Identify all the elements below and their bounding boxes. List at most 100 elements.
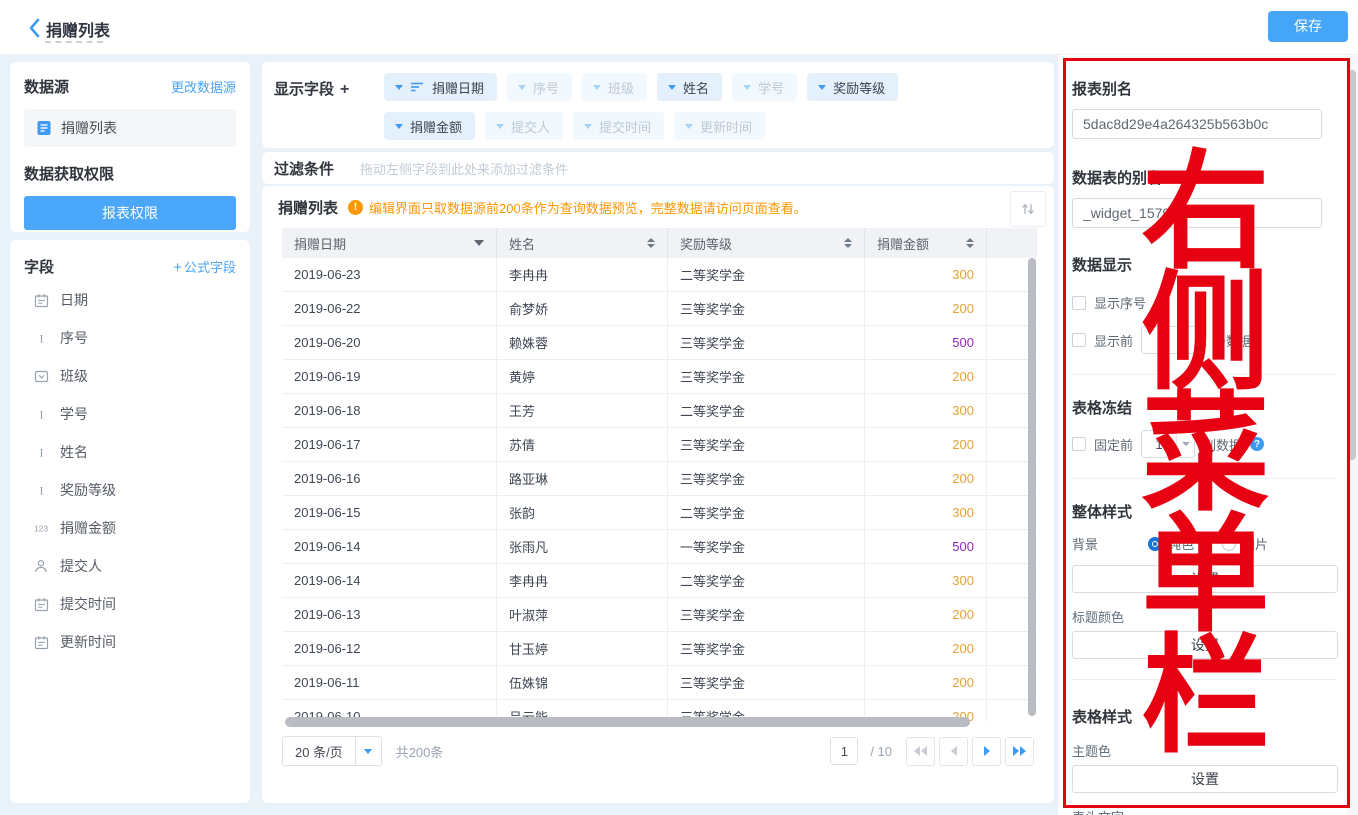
field-item-label: 日期 [60, 290, 88, 310]
column-header-姓名[interactable]: 姓名 [497, 228, 668, 258]
back-icon[interactable] [24, 16, 48, 40]
bg-solid-radio[interactable] [1148, 537, 1162, 551]
prev-page-button[interactable] [939, 737, 968, 766]
table-row[interactable]: 2019-06-17苏倩三等奖学金200 [282, 428, 1037, 462]
cell-amount: 300 [865, 496, 987, 529]
report-alias-input[interactable] [1072, 109, 1322, 139]
show-first-checkbox[interactable] [1072, 333, 1086, 347]
horizontal-scrollbar[interactable] [285, 717, 970, 727]
select-icon [32, 369, 50, 384]
datasource-item[interactable]: 捐赠列表 [24, 109, 236, 147]
field-item-提交人[interactable]: 提交人 [24, 551, 236, 581]
field-item-日期[interactable]: 日期 [24, 285, 236, 315]
filter-dropzone[interactable]: 拖动左侧字段到此处来添加过滤条件 [360, 159, 568, 178]
table-row[interactable]: 2019-06-16路亚琳三等奖学金200 [282, 462, 1037, 496]
permission-heading: 数据获取权限 [24, 163, 236, 184]
freeze-count-select[interactable]: 1 [1141, 430, 1195, 458]
field-item-奖励等级[interactable]: I奖励等级 [24, 475, 236, 505]
chip-label: 班级 [608, 78, 634, 97]
display-field-chip-学号[interactable]: 学号 [732, 73, 797, 101]
sorted-desc-icon[interactable] [474, 240, 484, 246]
display-field-chip-捐赠金额[interactable]: 捐赠金额 [384, 112, 475, 140]
field-item-序号[interactable]: I序号 [24, 323, 236, 353]
svg-text:123: 123 [34, 524, 48, 534]
field-item-捐赠金额[interactable]: 123 捐赠金额 [24, 513, 236, 543]
field-item-label: 姓名 [60, 442, 88, 462]
sort-arrows-icon[interactable] [647, 238, 655, 248]
filter-heading: 过滤条件 [274, 158, 334, 179]
table-style-heading: 表格样式 [1072, 706, 1336, 727]
cell-date: 2019-06-15 [282, 496, 497, 529]
first-page-icon [914, 746, 920, 756]
cell-level: 三等奖学金 [668, 292, 865, 325]
add-display-field-icon[interactable]: + [340, 81, 349, 98]
chip-label: 捐赠金额 [410, 117, 462, 136]
cell-level: 三等奖学金 [668, 666, 865, 699]
page-title: 捐赠列表 [46, 17, 110, 41]
table-row[interactable]: 2019-06-23李冉冉二等奖学金300 [282, 258, 1037, 292]
display-field-chip-奖励等级[interactable]: 奖励等级 [807, 73, 898, 101]
help-icon[interactable]: ? [1250, 437, 1264, 451]
last-page-button[interactable] [1005, 737, 1034, 766]
chip-label: 提交人 [511, 117, 550, 136]
table-row[interactable]: 2019-06-15张韵二等奖学金300 [282, 496, 1037, 530]
chip-label: 更新时间 [700, 117, 752, 136]
page-size-select[interactable]: 20 条/页 [282, 736, 382, 766]
display-field-chip-班级[interactable]: 班级 [582, 73, 647, 101]
first-page-button[interactable] [906, 737, 935, 766]
display-field-chip-提交时间[interactable]: 提交时间 [573, 112, 664, 140]
column-header-奖励等级[interactable]: 奖励等级 [668, 228, 865, 258]
field-item-学号[interactable]: I 学号 [24, 399, 236, 429]
formula-field-link[interactable]: +公式字段 [173, 257, 236, 276]
table-row[interactable]: 2019-06-19黄婷三等奖学金200 [282, 360, 1037, 394]
table-row[interactable]: 2019-06-13叶淑萍三等奖学金200 [282, 598, 1037, 632]
table-row[interactable]: 2019-06-22俞梦娇三等奖学金200 [282, 292, 1037, 326]
table-row[interactable]: 2019-06-12甘玉婷三等奖学金200 [282, 632, 1037, 666]
page-number-input[interactable] [830, 737, 858, 765]
field-item-提交时间[interactable]: 提交时间 [24, 589, 236, 619]
bg-image-radio[interactable] [1222, 537, 1236, 551]
title-color-set-button[interactable]: 设置 [1072, 631, 1338, 659]
change-datasource-link[interactable]: 更改数据源 [171, 77, 236, 96]
theme-color-set-button[interactable]: 设置 [1072, 765, 1338, 793]
save-button[interactable]: 保存 [1268, 11, 1348, 42]
field-item-更新时间[interactable]: 更新时间 [24, 627, 236, 657]
sort-arrows-icon[interactable] [966, 238, 974, 248]
column-header-捐赠日期[interactable]: 捐赠日期 [282, 228, 497, 258]
sort-arrows-icon[interactable] [844, 238, 852, 248]
cell-amount: 200 [865, 462, 987, 495]
show-index-checkbox[interactable] [1072, 296, 1086, 310]
column-header-捐赠金额[interactable]: 捐赠金额 [865, 228, 987, 258]
display-field-chip-捐赠日期[interactable]: 捐赠日期 [384, 73, 497, 101]
background-color-set-button[interactable]: 设置 [1072, 565, 1338, 593]
sort-toggle-button[interactable] [1010, 191, 1046, 227]
show-first-count-input[interactable] [1141, 326, 1205, 354]
table-row[interactable]: 2019-06-14张雨凡一等奖学金500 [282, 530, 1037, 564]
cell-amount: 300 [865, 564, 987, 597]
cell-name: 赖姝蓉 [497, 326, 668, 359]
cell-date: 2019-06-22 [282, 292, 497, 325]
field-item-班级[interactable]: 班级 [24, 361, 236, 391]
table-row[interactable]: 2019-06-20赖姝蓉三等奖学金500 [282, 326, 1037, 360]
report-permission-button[interactable]: 报表权限 [24, 196, 236, 230]
field-item-label: 捐赠金额 [60, 518, 116, 538]
field-item-label: 学号 [60, 404, 88, 424]
next-page-button[interactable] [972, 737, 1001, 766]
panel-scrollbar-thumb[interactable] [1348, 70, 1356, 460]
table-row[interactable]: 2019-06-11伍姝锦三等奖学金200 [282, 666, 1037, 700]
freeze-checkbox[interactable] [1072, 437, 1086, 451]
last-page-icon [1013, 746, 1019, 756]
text-icon: I [32, 407, 50, 421]
table-row[interactable]: 2019-06-18王芳二等奖学金300 [282, 394, 1037, 428]
vertical-scrollbar[interactable] [1028, 258, 1036, 716]
table-alias-input[interactable] [1072, 198, 1322, 228]
display-field-chip-更新时间[interactable]: 更新时间 [674, 112, 765, 140]
table-row[interactable]: 2019-06-14李冉冉二等奖学金300 [282, 564, 1037, 598]
page-size-value: 20 条/页 [283, 742, 355, 761]
display-field-chip-提交人[interactable]: 提交人 [485, 112, 563, 140]
field-item-姓名[interactable]: I姓名 [24, 437, 236, 467]
column-header-empty [987, 228, 1037, 258]
display-field-chip-姓名[interactable]: 姓名 [657, 73, 722, 101]
display-field-chip-序号[interactable]: 序号 [507, 73, 572, 101]
chevron-down-icon [395, 85, 403, 90]
